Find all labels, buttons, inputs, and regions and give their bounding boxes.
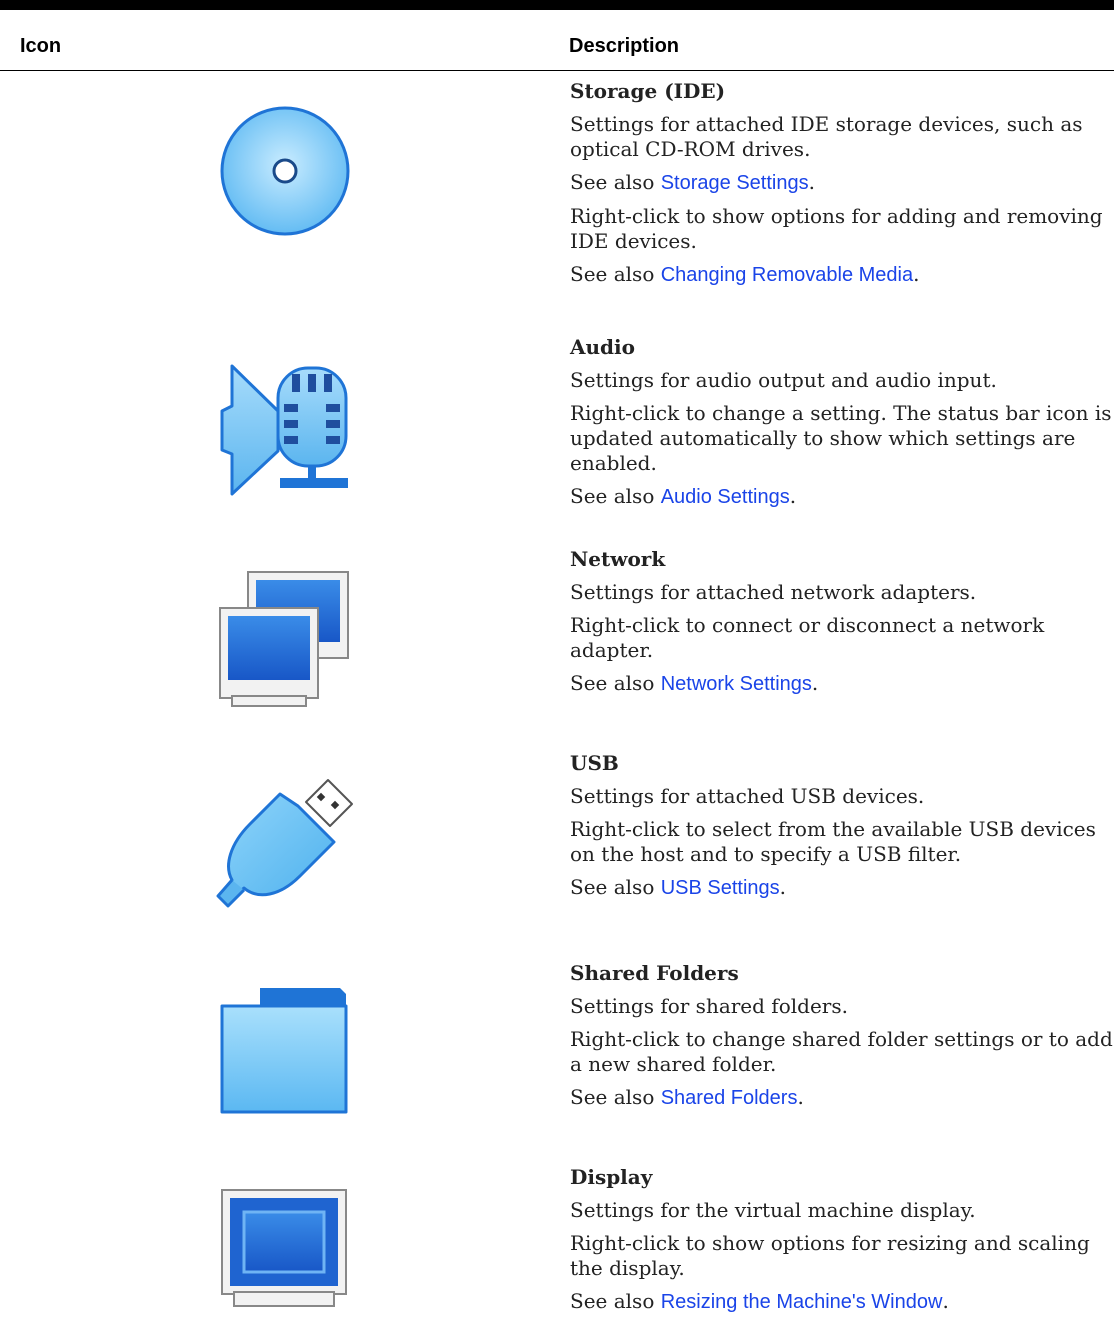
audio-icon [210, 356, 360, 496]
row-text: Settings for audio output and audio inpu… [570, 368, 997, 392]
see-also-prefix: See also [570, 875, 661, 899]
row-text: Right-click to show options for resizing… [570, 1231, 1090, 1280]
row-title: Audio [570, 335, 635, 359]
see-also-prefix: See also [570, 671, 661, 695]
row-text: Right-click to show options for adding a… [570, 204, 1103, 253]
see-also: See also Storage Settings. [570, 170, 815, 194]
see-also: See also Network Settings. [570, 671, 819, 695]
optical-disc-icon [210, 100, 360, 240]
see-also-prefix: See also [570, 484, 661, 508]
see-also-prefix: See also [570, 170, 661, 194]
see-also: See also USB Settings. [570, 875, 787, 899]
top-rule [0, 0, 1114, 10]
row-text: Settings for attached network adapters. [570, 580, 977, 604]
row-text: Right-click to select from the available… [570, 817, 1096, 866]
row-text: Right-click to connect or disconnect a n… [570, 613, 1045, 662]
usb-icon [210, 772, 360, 912]
column-header-icon: Icon [20, 35, 62, 57]
see-also: See also Audio Settings. [570, 484, 797, 508]
usb-settings-link[interactable]: USB Settings [661, 877, 780, 899]
audio-description: Audio Settings for audio output and audi… [570, 335, 1114, 518]
row-title: Network [570, 547, 666, 571]
row-text: Right-click to change a setting. The sta… [570, 401, 1112, 475]
row-text: Settings for attached IDE storage device… [570, 112, 1083, 161]
row-title: Display [570, 1165, 653, 1189]
resizing-window-link[interactable]: Resizing the Machine's Window [661, 1291, 943, 1313]
network-settings-link[interactable]: Network Settings [661, 673, 812, 695]
see-also-prefix: See also [570, 1085, 661, 1109]
usb-description: USB Settings for attached USB devices. R… [570, 751, 1114, 909]
see-also: See also Changing Removable Media. [570, 262, 920, 286]
storage-description: Storage (IDE) Settings for attached IDE … [570, 79, 1114, 296]
audio-settings-link[interactable]: Audio Settings [661, 486, 790, 508]
changing-removable-media-link[interactable]: Changing Removable Media [661, 264, 913, 286]
table-header: Icon Description [0, 10, 1114, 71]
see-also-prefix: See also [570, 1289, 661, 1313]
network-description: Network Settings for attached network ad… [570, 547, 1114, 705]
see-also: See also Resizing the Machine's Window. [570, 1289, 949, 1313]
row-text: Settings for shared folders. [570, 994, 848, 1018]
row-title: USB [570, 751, 619, 775]
display-icon [210, 1186, 360, 1326]
see-also-prefix: See also [570, 262, 661, 286]
row-text: Settings for attached USB devices. [570, 784, 925, 808]
see-also: See also Shared Folders. [570, 1085, 804, 1109]
shared-folders-description: Shared Folders Settings for shared folde… [570, 961, 1114, 1119]
display-description: Display Settings for the virtual machine… [570, 1165, 1114, 1323]
row-title: Storage (IDE) [570, 79, 726, 103]
row-text: Settings for the virtual machine display… [570, 1198, 976, 1222]
storage-settings-link[interactable]: Storage Settings [661, 172, 809, 194]
row-text: Right-click to change shared folder sett… [570, 1027, 1113, 1076]
shared-folders-link[interactable]: Shared Folders [661, 1087, 798, 1109]
network-icon [210, 568, 360, 708]
folder-icon [210, 982, 360, 1122]
column-header-description: Description [569, 35, 680, 57]
row-title: Shared Folders [570, 961, 739, 985]
